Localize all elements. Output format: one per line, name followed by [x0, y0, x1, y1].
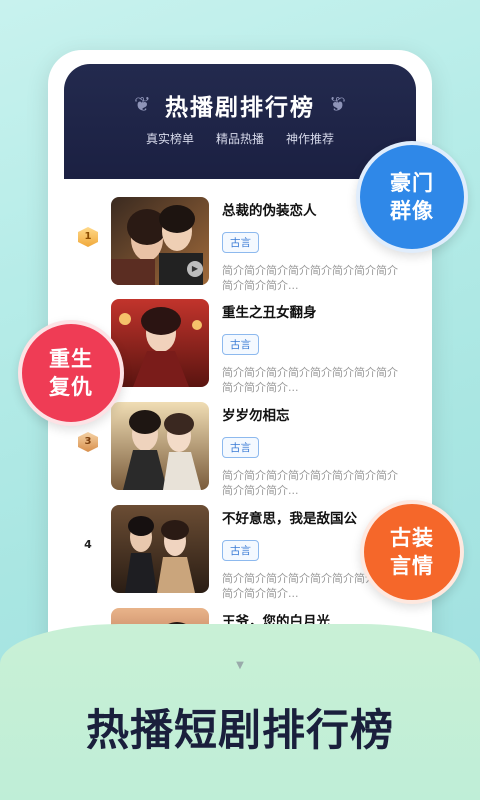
genre-tag: 古言: [222, 334, 259, 355]
rank-badge: 3: [78, 432, 98, 452]
tab-hot-picks[interactable]: 精品热播: [216, 130, 264, 147]
genre-tag: 古言: [222, 540, 259, 561]
page-title: 热播剧排行榜: [165, 95, 315, 121]
ranking-header: ❦ 热播剧排行榜 ❦ 真实榜单 精品热播 神作推荐: [64, 64, 416, 179]
list-item[interactable]: 3 岁岁勿相忘 古言 简介简介简介简介简介简介简介简介简介简介简介...: [64, 394, 416, 497]
laurel-right-icon: ❦: [329, 92, 346, 116]
rank-number: 4: [84, 538, 92, 551]
poster-image[interactable]: [111, 402, 209, 490]
drama-title: 岁岁勿相忘: [222, 408, 290, 424]
poster-image[interactable]: [111, 299, 209, 387]
promo-screen: ❦ 热播剧排行榜 ❦ 真实榜单 精品热播 神作推荐 1 ▶ 总裁的伪装恋人 古言…: [0, 0, 480, 800]
ranking-tabs: 真实榜单 精品热播 神作推荐: [64, 130, 416, 147]
badge-line-1: 豪门: [390, 171, 434, 195]
tab-masterpiece[interactable]: 神作推荐: [286, 130, 334, 147]
badge-line-1: 重生: [49, 347, 93, 371]
badge-costume-romance[interactable]: 古装 言情: [360, 500, 464, 604]
tab-real-ranking[interactable]: 真实榜单: [146, 130, 194, 147]
banner-title: 热播短剧排行榜: [86, 706, 394, 756]
item-info: 岁岁勿相忘 古言 简介简介简介简介简介简介简介简介简介简介简介...: [222, 404, 412, 498]
badge-line-2: 言情: [390, 554, 434, 578]
rank-badge: 1: [78, 227, 98, 247]
drama-list: 1 ▶ 总裁的伪装恋人 古言 简介简介简介简介简介简介简介简介简介简介简介...…: [64, 179, 416, 664]
badge-wealthy-family[interactable]: 豪门 群像: [356, 141, 468, 253]
bottom-banner: 热播短剧排行榜: [0, 624, 480, 800]
play-icon[interactable]: ▶: [187, 261, 203, 277]
drama-description: 简介简介简介简介简介简介简介简介简介简介简介...: [222, 469, 398, 497]
drama-description: 简介简介简介简介简介简介简介简介简介简介简介...: [222, 366, 398, 394]
badge-line-2: 复仇: [49, 375, 93, 399]
badge-revenge[interactable]: 重生 复仇: [18, 320, 124, 426]
poster-image[interactable]: [111, 505, 209, 593]
scroll-down-icon: ▼: [236, 660, 244, 671]
badge-line-1: 古装: [390, 526, 434, 550]
poster-image[interactable]: ▶: [111, 197, 209, 285]
drama-description: 简介简介简介简介简介简介简介简介简介简介简介...: [222, 264, 398, 292]
genre-tag: 古言: [222, 232, 259, 253]
badge-line-2: 群像: [390, 199, 434, 223]
drama-title: 重生之丑女翻身: [222, 305, 317, 321]
item-info: 重生之丑女翻身 古言 简介简介简介简介简介简介简介简介简介简介简介...: [222, 301, 412, 395]
genre-tag: 古言: [222, 437, 259, 458]
